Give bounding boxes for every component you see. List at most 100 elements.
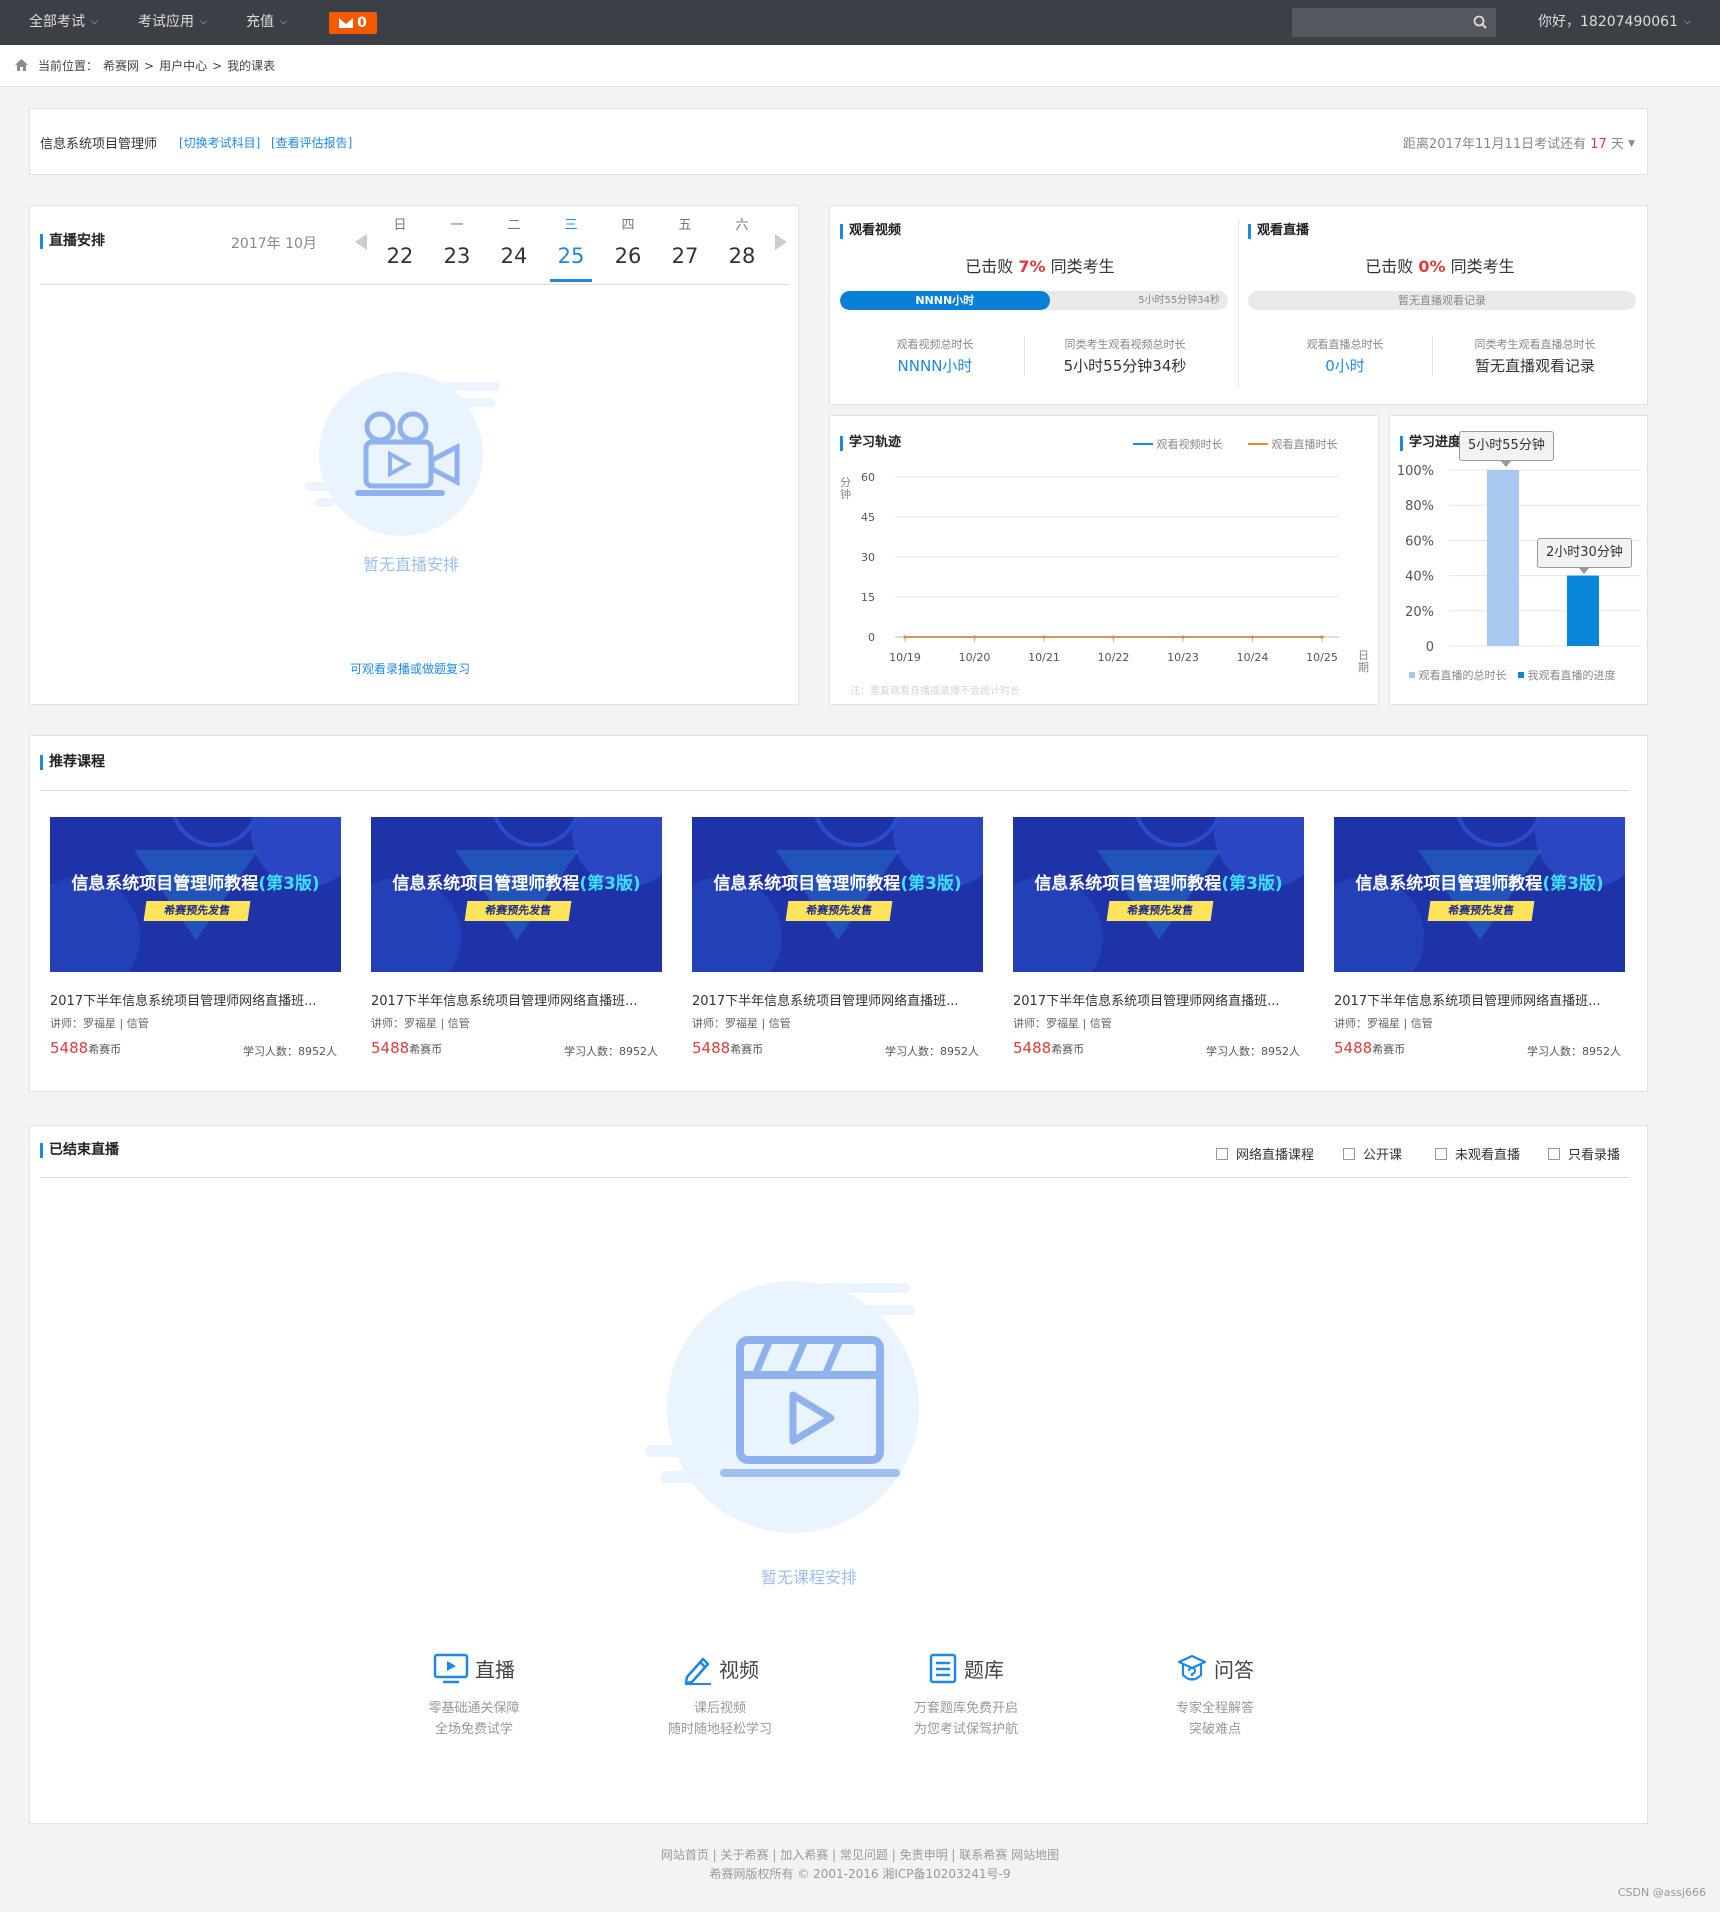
filter-unwatched[interactable]: 未观看直播 xyxy=(1435,1144,1520,1163)
breadcrumb-user-center[interactable]: 用户中心 xyxy=(159,59,207,73)
feature-qa[interactable]: 问答 专家全程解答 突破难点 xyxy=(1115,1652,1315,1740)
course-card[interactable]: 信息系统项目管理师教程(第3版) 希赛预先发售 2017下半年信息系统项目管理师网络… xyxy=(50,817,341,1058)
video-total-stat: 观看视频总时长 NNNN小时 xyxy=(896,338,974,375)
mail-badge[interactable]: 0 xyxy=(329,12,377,34)
day-weekday: 六 xyxy=(735,218,749,233)
course-cover-image[interactable]: 信息系统项目管理师教程(第3版) 希赛预先发售 xyxy=(371,817,662,972)
footer-link[interactable]: 网站首页 xyxy=(661,1848,709,1862)
filter-replay-only[interactable]: 只看录播 xyxy=(1548,1144,1620,1163)
checkbox[interactable] xyxy=(1216,1148,1228,1160)
day-date: 27 xyxy=(671,244,699,268)
decoration xyxy=(134,850,258,940)
day-4[interactable]: 四 26 xyxy=(607,218,649,272)
course-learner-count: 学习人数：8952人 xyxy=(1527,1045,1621,1058)
day-2[interactable]: 二 24 xyxy=(493,218,535,272)
series-point-1 xyxy=(1320,635,1324,639)
nav-recharge[interactable]: 充值 ⌵ xyxy=(246,0,287,45)
exam-countdown[interactable]: 距离2017年11月11日考试还有 17 天 ▼ xyxy=(1403,133,1635,152)
course-cover-image[interactable]: 信息系统项目管理师教程(第3版) 希赛预先发售 xyxy=(1013,817,1304,972)
exam-subject: 信息系统项目管理师 xyxy=(40,137,158,152)
switch-subject-link[interactable]: [切换考试科目] xyxy=(179,134,260,151)
course-teacher: 讲师：罗福星 | 信管 xyxy=(1334,1017,1433,1030)
watch-video-beat: 已击败 7% 同类考生 xyxy=(965,257,1115,276)
footer-link[interactable]: 免责申明 xyxy=(900,1848,948,1862)
watch-live-title: 观看直播 xyxy=(1248,223,1309,239)
decoration xyxy=(1097,850,1221,940)
cover-ribbon: 希赛预先发售 xyxy=(143,901,251,921)
course-name[interactable]: 2017下半年信息系统项目管理师网络直播班... xyxy=(692,990,983,1009)
day-0[interactable]: 日 22 xyxy=(379,218,421,272)
view-report-link[interactable]: [查看评估报告] xyxy=(271,134,352,151)
footer-copyright: 希赛网版权所有 © 2001-2016 湘ICP备10203241号-9 xyxy=(709,1867,1011,1881)
footer: 网站首页 | 关于希赛 | 加入希赛 | 常见问题 | 免责申明 | 联系希赛 … xyxy=(0,1846,1720,1884)
checkbox[interactable] xyxy=(1435,1148,1447,1160)
nav-exam-apps[interactable]: 考试应用 ⌵ xyxy=(138,0,207,45)
divider xyxy=(40,1177,1630,1178)
watch-video-progress: NNNN小时 5小时55分钟34秒 xyxy=(840,291,1228,310)
decoration xyxy=(170,817,260,847)
filter-network-live[interactable]: 网络直播课程 xyxy=(1216,1144,1314,1163)
footer-separator: | xyxy=(768,1848,781,1862)
course-name[interactable]: 2017下半年信息系统项目管理师网络直播班... xyxy=(371,990,662,1009)
day-weekday: 五 xyxy=(678,218,692,233)
day-weekday: 三 xyxy=(564,218,578,233)
prev-week-arrow-icon[interactable] xyxy=(355,234,367,250)
footer-link[interactable]: 加入希赛 xyxy=(780,1848,828,1862)
search-box xyxy=(1292,8,1496,37)
progress-tooltip-mine: 2小时30分钟 xyxy=(1537,538,1632,574)
course-card[interactable]: 信息系统项目管理师教程(第3版) 希赛预先发售 2017下半年信息系统项目管理师网络… xyxy=(371,817,662,1058)
cover-title: 信息系统项目管理师教程(第3版) xyxy=(1034,874,1283,894)
replay-link[interactable]: 可观看录播或做题复习 xyxy=(350,660,470,677)
breadcrumb-home[interactable]: 希赛网 xyxy=(103,59,139,73)
footer-separator: | xyxy=(828,1848,840,1862)
feature-video[interactable]: 视频 课后视频 随时随地轻松学习 xyxy=(620,1652,820,1740)
next-week-arrow-icon[interactable] xyxy=(775,234,787,250)
feature-question-bank[interactable]: 题库 万套题库免费开启 为您考试保驾护航 xyxy=(866,1652,1066,1740)
decoration xyxy=(812,817,902,847)
peer-video-total-stat: 同类考生观看视频总时长 5小时55分钟34秒 xyxy=(1063,338,1187,375)
course-card[interactable]: 信息系统项目管理师教程(第3版) 希赛预先发售 2017下半年信息系统项目管理师网络… xyxy=(1334,817,1625,1058)
legend-swatch-total xyxy=(1409,672,1415,678)
course-cover-image[interactable]: 信息系统项目管理师教程(第3版) 希赛预先发售 xyxy=(692,817,983,972)
course-card[interactable]: 信息系统项目管理师教程(第3版) 希赛预先发售 2017下半年信息系统项目管理师网络… xyxy=(1013,817,1304,1058)
feature-live[interactable]: 直播 零基础通关保障 全场免费试学 xyxy=(374,1652,574,1740)
watch-live-progress: 暂无直播观看记录 xyxy=(1248,291,1636,310)
course-name[interactable]: 2017下半年信息系统项目管理师网络直播班... xyxy=(50,990,341,1009)
course-name[interactable]: 2017下半年信息系统项目管理师网络直播班... xyxy=(1013,990,1304,1009)
day-weekday: 二 xyxy=(507,218,521,233)
y-tick-label: 60 xyxy=(861,471,875,484)
x-tick-label: 10/20 xyxy=(959,651,991,664)
footer-link[interactable]: 常见问题 xyxy=(840,1848,888,1862)
recommended-title: 推荐课程 xyxy=(40,754,105,770)
course-card[interactable]: 信息系统项目管理师教程(第3版) 希赛预先发售 2017下半年信息系统项目管理师网络… xyxy=(692,817,983,1058)
cover-title: 信息系统项目管理师教程(第3版) xyxy=(71,874,320,894)
day-1[interactable]: 一 23 xyxy=(436,218,478,272)
checkbox[interactable] xyxy=(1548,1148,1560,1160)
y-tick-label: 15 xyxy=(861,591,875,604)
course-cover-image[interactable]: 信息系统项目管理师教程(第3版) 希赛预先发售 xyxy=(1334,817,1625,972)
watermark: CSDN @assj666 xyxy=(1617,1886,1706,1899)
breadcrumb: 当前位置： 希赛网 > 用户中心 > 我的课表 xyxy=(38,59,276,73)
search-icon[interactable] xyxy=(1473,15,1487,29)
divider xyxy=(40,790,1630,791)
footer-link[interactable]: 联系希赛 xyxy=(959,1848,1007,1862)
day-6[interactable]: 六 28 xyxy=(721,218,763,272)
day-3[interactable]: 三 25 xyxy=(550,218,592,282)
checkbox[interactable] xyxy=(1343,1148,1355,1160)
user-greeting[interactable]: 你好，18207490061 ⌵ xyxy=(1538,0,1691,45)
day-date: 23 xyxy=(443,244,471,268)
video-camera-icon xyxy=(305,372,500,536)
x-tick-label: 10/25 xyxy=(1306,651,1338,664)
day-5[interactable]: 五 27 xyxy=(664,218,706,272)
search-input[interactable] xyxy=(1292,8,1462,37)
course-cover-image[interactable]: 信息系统项目管理师教程(第3版) 希赛预先发售 xyxy=(50,817,341,972)
footer-link[interactable]: 网站地图 xyxy=(1011,1848,1059,1862)
nav-all-exams[interactable]: 全部考试 ⌵ xyxy=(29,0,98,45)
no-live-text: 暂无直播安排 xyxy=(363,555,460,574)
filter-open-class[interactable]: 公开课 xyxy=(1343,1144,1402,1163)
y-tick-label: 20% xyxy=(1405,605,1434,620)
footer-link[interactable]: 关于希赛 xyxy=(721,1848,769,1862)
exam-header-panel: 信息系统项目管理师 [切换考试科目] [查看评估报告] 距离2017年11月11… xyxy=(29,108,1648,175)
dropdown-arrow-icon: ▼ xyxy=(1628,139,1635,149)
course-name[interactable]: 2017下半年信息系统项目管理师网络直播班... xyxy=(1334,990,1625,1009)
